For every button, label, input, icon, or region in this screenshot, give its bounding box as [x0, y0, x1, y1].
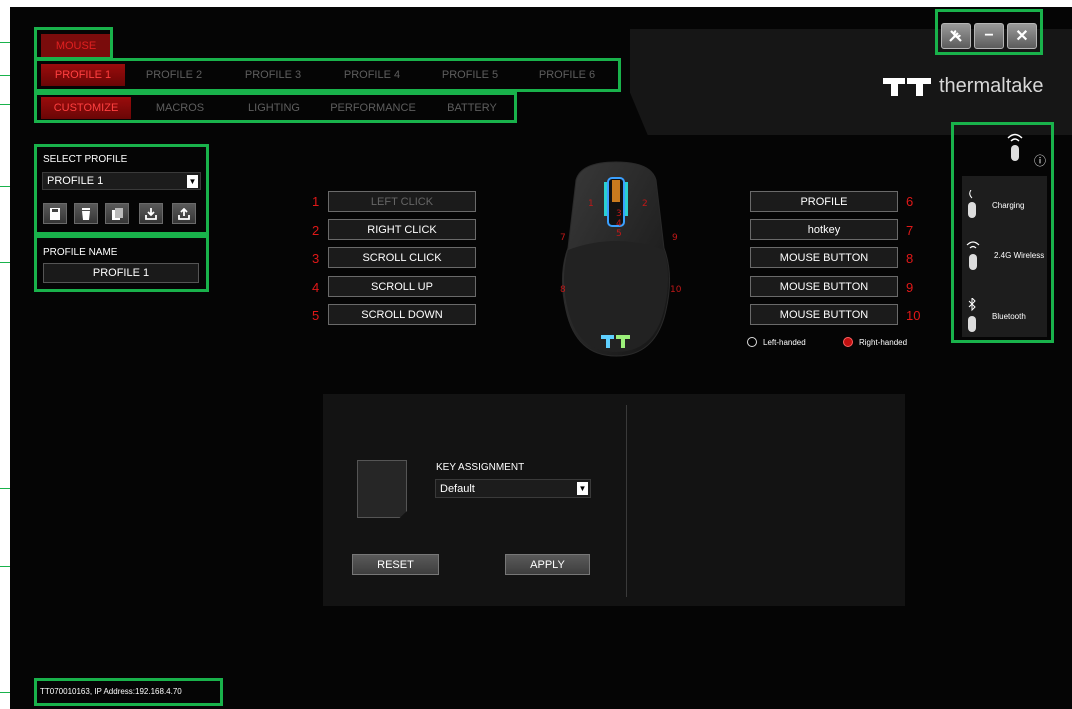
- right-handed-radio[interactable]: Right-handed: [843, 337, 907, 347]
- status-bar: TT070010163, IP Address:192.168.4.70: [40, 687, 182, 696]
- info-icon[interactable]: ⓘ: [1034, 152, 1046, 169]
- delete-icon[interactable]: [74, 203, 98, 224]
- select-profile-label: SELECT PROFILE: [43, 154, 128, 165]
- brand-logo: thermaltake: [883, 75, 1044, 98]
- panel-divider: [626, 405, 627, 597]
- button-number: 1: [312, 194, 320, 209]
- profile-name-label: PROFILE NAME: [43, 247, 118, 258]
- chevron-down-icon: ▼: [187, 175, 198, 188]
- copy-icon[interactable]: [105, 203, 129, 224]
- mode-wireless: 2.4G Wireless: [966, 238, 1044, 272]
- highlight-box: [34, 58, 621, 92]
- bluetooth-icon: [968, 298, 976, 332]
- radio-dot: [747, 337, 757, 347]
- mouse-button-9[interactable]: MOUSE BUTTON: [750, 276, 898, 297]
- chevron-down-icon: ▼: [577, 482, 588, 495]
- mode-label: Bluetooth: [992, 311, 1026, 321]
- highlight-box: [34, 27, 113, 60]
- wireless-icon: [966, 241, 980, 270]
- marker-9: 9: [672, 233, 678, 243]
- profile-button[interactable]: PROFILE: [750, 191, 898, 212]
- marker-1: 1: [588, 199, 594, 209]
- mode-label: Charging: [992, 200, 1025, 210]
- hotkey-button[interactable]: hotkey: [750, 219, 898, 240]
- brand-name: thermaltake: [939, 75, 1044, 97]
- button-number: 3: [312, 251, 320, 266]
- key-preview: [357, 460, 407, 518]
- marker-8: 8: [560, 285, 566, 295]
- close-icon[interactable]: ✕: [1007, 23, 1037, 49]
- key-assignment-label: KEY ASSIGNMENT: [436, 462, 525, 473]
- export-icon[interactable]: [172, 203, 196, 224]
- button-number: 5: [312, 308, 320, 323]
- right-click-button[interactable]: RIGHT CLICK: [328, 219, 476, 240]
- scroll-down-button[interactable]: SCROLL DOWN: [328, 304, 476, 325]
- mouse-button-10[interactable]: MOUSE BUTTON: [750, 304, 898, 325]
- marker-2: 2: [642, 199, 648, 209]
- scroll-click-button[interactable]: SCROLL CLICK: [328, 247, 476, 268]
- mode-bluetooth: Bluetooth: [966, 298, 1026, 334]
- profile-select[interactable]: PROFILE 1 ▼: [42, 172, 201, 190]
- minimize-icon[interactable]: −: [974, 23, 1004, 49]
- reset-button[interactable]: RESET: [352, 554, 439, 575]
- mouse-button-8[interactable]: MOUSE BUTTON: [750, 247, 898, 268]
- apply-button[interactable]: APPLY: [505, 554, 590, 575]
- save-icon[interactable]: [43, 203, 67, 224]
- left-handed-label: Left-handed: [763, 337, 806, 347]
- scroll-up-button[interactable]: SCROLL UP: [328, 276, 476, 297]
- import-icon[interactable]: [139, 203, 163, 224]
- mouse-illustration: 1 2 3 4 5 7 8 9 10: [560, 161, 682, 357]
- device-status-panel: Charging 2.4G Wireless Bluetooth: [962, 176, 1047, 337]
- marker-4: 4: [616, 219, 622, 229]
- charging-mouse-icon: [968, 190, 976, 218]
- app-window: MOUSE PROFILE 1 PROFILE 2 PROFILE 3 PROF…: [10, 7, 1072, 709]
- button-number: 7: [906, 223, 914, 238]
- profile-name-input[interactable]: PROFILE 1: [43, 263, 199, 283]
- button-number: 4: [312, 280, 320, 295]
- key-assignment-select[interactable]: Default ▼: [435, 479, 591, 498]
- left-click-button[interactable]: LEFT CLICK: [328, 191, 476, 212]
- window-controls: − ✕: [941, 23, 1037, 49]
- radio-dot: [843, 337, 853, 347]
- left-handed-radio[interactable]: Left-handed: [747, 337, 806, 347]
- key-assignment-value: Default: [440, 482, 475, 495]
- marker-3: 3: [616, 209, 622, 219]
- marker-10: 10: [670, 285, 682, 295]
- mode-label: 2.4G Wireless: [994, 250, 1045, 260]
- mode-charging: Charging: [966, 190, 1024, 220]
- tools-icon[interactable]: [941, 23, 971, 49]
- button-number: 9: [906, 280, 914, 295]
- marker-7: 7: [560, 233, 566, 243]
- marker-5: 5: [616, 229, 622, 239]
- highlight-box: [34, 92, 517, 123]
- profile-select-value: PROFILE 1: [47, 175, 104, 187]
- button-number: 2: [312, 223, 320, 238]
- thermaltake-logo-icon: [883, 77, 931, 96]
- button-number: 6: [906, 194, 914, 209]
- button-number: 10: [906, 308, 921, 323]
- button-number: 8: [906, 251, 914, 266]
- right-handed-label: Right-handed: [859, 337, 908, 347]
